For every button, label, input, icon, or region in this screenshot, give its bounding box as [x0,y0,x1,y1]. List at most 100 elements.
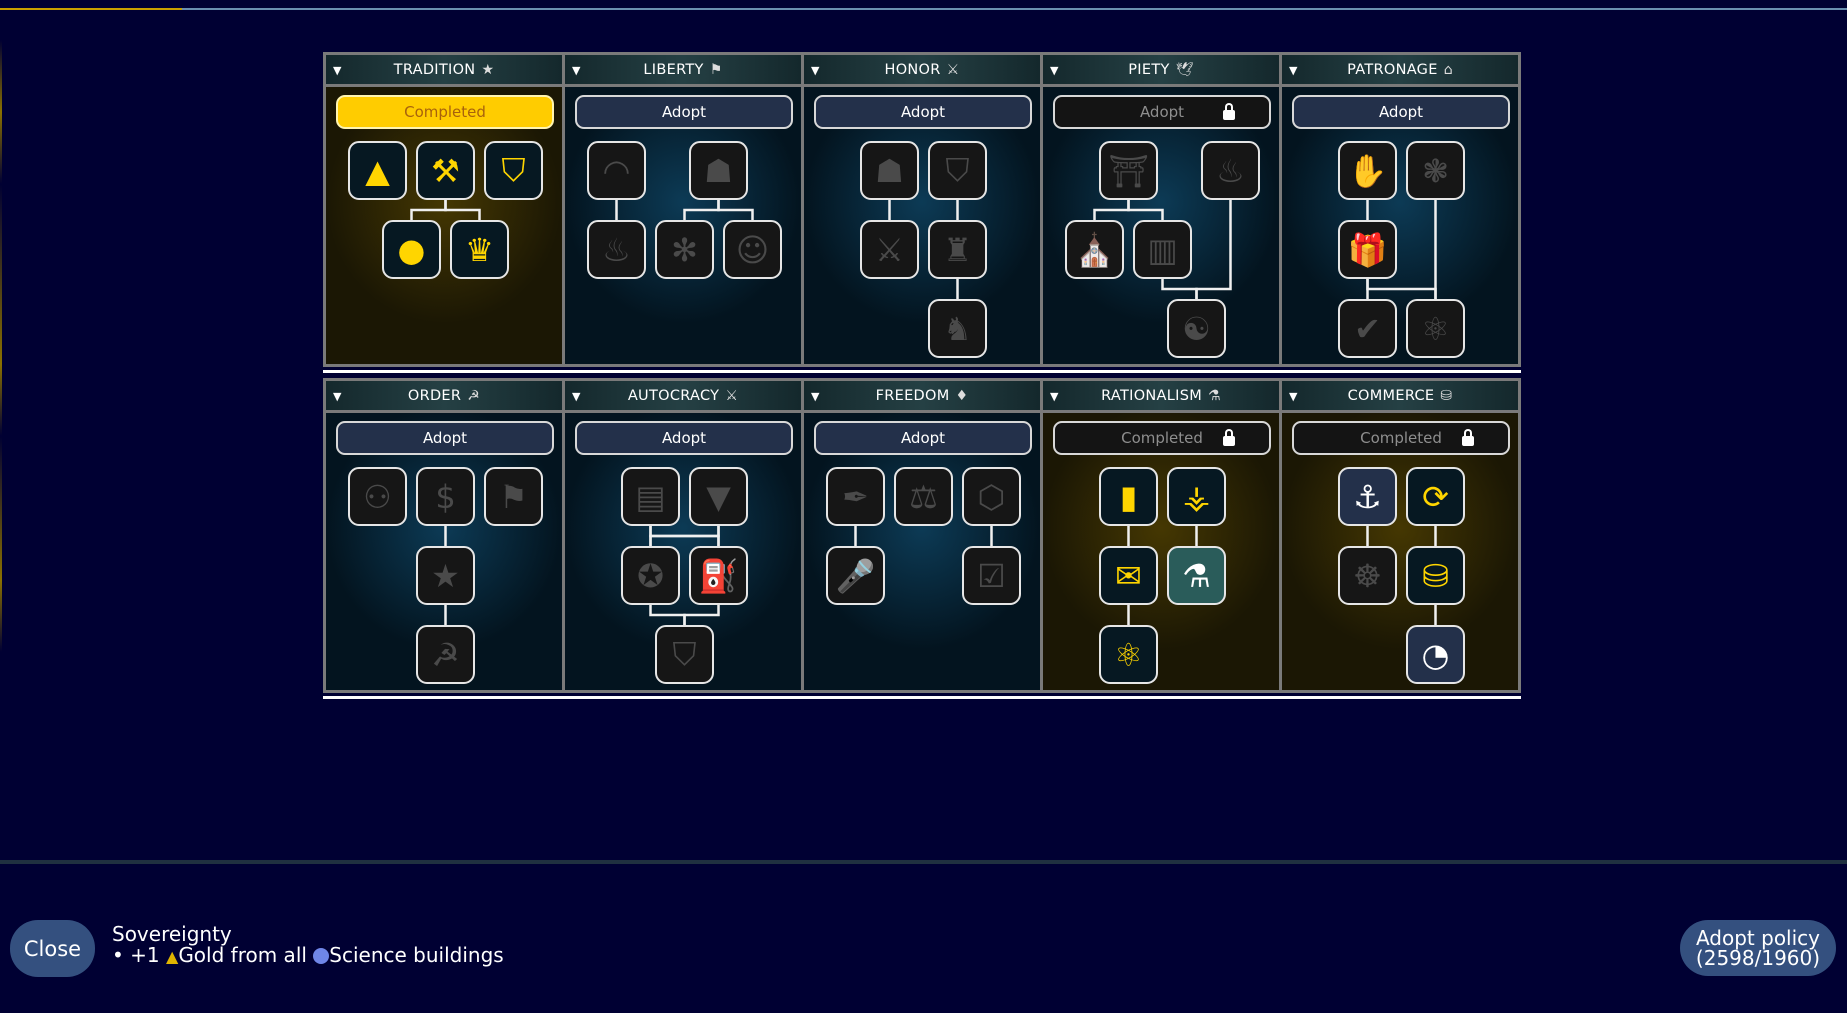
swords-icon: ⚔ [875,230,904,269]
policy-node[interactable]: ⬡ [962,467,1021,526]
branch-header: ▼ COMMERCE ⛁ [1282,381,1518,413]
policy-node[interactable]: ⚖ [894,467,953,526]
policy-node[interactable]: ⛉ [655,625,714,684]
collapse-icon[interactable]: ▼ [1050,390,1059,403]
policy-node[interactable]: ◔ [1406,625,1465,684]
policy-branch-order: ▼ ORDER ☭ Adopt ⚇ $ ⚑ ★ ☭ [326,381,562,690]
collapse-icon[interactable]: ▼ [572,390,581,403]
gold-hand-icon: ✋ [1347,151,1388,190]
branch-header: ▼ FREEDOM ♦ [804,381,1040,413]
star-icon: ★ [481,61,495,78]
policy-node[interactable]: ⛉ [928,141,987,200]
flask-icon: ⚗ [1208,387,1221,404]
policy-node[interactable]: 🎁 [1338,220,1397,279]
policy-node[interactable]: ⚇ [348,467,407,526]
collapse-icon[interactable]: ▼ [333,64,342,77]
policy-node[interactable]: ☭ [416,625,475,684]
policy-node[interactable]: ★ [416,546,475,605]
policy-node[interactable]: ▥ [1133,220,1192,279]
policy-node[interactable]: ☸ [1338,546,1397,605]
flame-icon: ♨ [1216,151,1245,190]
hierarchy-icon: ⚇ [363,477,392,516]
adopt-button[interactable]: Adopt [575,95,793,129]
policy-node[interactable]: ⚔ [860,220,919,279]
policy-node[interactable]: ⛪ [1065,220,1124,279]
policy-node[interactable]: ☗ [689,141,748,200]
collapse-icon[interactable]: ▼ [1289,64,1298,77]
policy-node[interactable]: ⚑ [484,467,543,526]
dove-icon: 🕊 [1175,61,1194,78]
adopt-button[interactable]: Adopt [814,95,1032,129]
policy-node[interactable]: ✔ [1338,299,1397,358]
policy-node[interactable]: 🎤 [826,546,885,605]
policy-node[interactable]: ✪ [621,546,680,605]
policy-node[interactable]: ✉ [1099,546,1158,605]
collapse-icon[interactable]: ▼ [1289,390,1298,403]
policy-node[interactable]: ⟳ [1406,467,1465,526]
policy-node[interactable]: ✒ [826,467,885,526]
policy-node[interactable]: ✻ [655,220,714,279]
collapse-icon[interactable]: ▼ [1050,64,1059,77]
policy-node[interactable]: ⛉ [484,141,543,200]
policy-branch-liberty: ▼ LIBERTY ⚑ Adopt ◠ ☗ ♨ ✻ ☺ [565,55,801,364]
policy-node[interactable]: ▼ [689,467,748,526]
policy-node[interactable]: ❃ [1406,141,1465,200]
adopt-button[interactable]: Adopt [814,421,1032,455]
policy-node[interactable]: ☗ [860,141,919,200]
religions-icon: ☯ [1182,309,1211,348]
ballot-box-icon: ☑ [977,556,1006,595]
policy-node[interactable]: ♜ [928,220,987,279]
tank-icon: ⛽ [698,556,739,595]
policy-node[interactable]: ▤ [621,467,680,526]
connector [1127,200,1164,220]
collapse-icon[interactable]: ▼ [811,64,820,77]
policy-node[interactable]: ⚛ [1099,625,1158,684]
policy-node[interactable]: ⚒ [416,141,475,200]
policy-node[interactable]: ◠ [587,141,646,200]
shield-icon: ⛉ [672,635,697,673]
policy-node[interactable]: ● [382,220,441,279]
collapse-icon[interactable]: ▼ [811,390,820,403]
collapse-icon[interactable]: ▼ [333,390,342,403]
adopt-button[interactable]: Adopt [1053,95,1271,129]
statue-icon: ♞ [943,309,972,348]
policy-node[interactable]: ⚶ [1167,467,1226,526]
policy-node[interactable]: ♨ [1201,141,1260,200]
policy-node[interactable]: ⛽ [689,546,748,605]
gavel-icon: ⚒ [431,151,460,190]
policy-node[interactable]: ♨ [587,220,646,279]
policy-node[interactable]: ☯ [1167,299,1226,358]
policy-node[interactable]: ♛ [450,220,509,279]
parliament-icon: ◠ [602,151,631,190]
adopt-policy-button[interactable]: Adopt policy (2598/1960) [1680,920,1836,976]
newspaper-icon: ▤ [635,477,666,516]
completed-button[interactable]: Completed [1053,421,1271,455]
completed-button[interactable]: Completed [336,95,554,129]
science-icon [313,948,330,964]
adopt-button[interactable]: Adopt [1292,95,1510,129]
policy-node[interactable]: ▲ [348,141,407,200]
policy-node[interactable]: $ [416,467,475,526]
policy-branch-patronage: ▼ PATRONAGE ⌂ Adopt ✋ ❃ 🎁 ✔ ⚛ [1282,55,1518,364]
completed-button[interactable]: Completed [1292,421,1510,455]
policy-node[interactable]: ▮ [1099,467,1158,526]
close-button[interactable]: Close [10,920,95,977]
policy-node[interactable]: ☑ [962,546,1021,605]
shield-icon: ⛉ [945,151,970,189]
policy-node[interactable]: ⛁ [1406,546,1465,605]
adopt-button[interactable]: Adopt [575,421,793,455]
equality-icon: ⚖ [909,477,938,516]
helmet-icon: ☗ [875,151,904,190]
policy-node[interactable]: ⚗ [1167,546,1226,605]
policy-node[interactable]: ♞ [928,299,987,358]
policy-node[interactable]: ☺ [723,220,782,279]
connector [410,200,447,220]
policy-node[interactable]: ⛩ [1099,141,1158,200]
policy-node[interactable]: ⚛ [1406,299,1465,358]
policy-node[interactable]: ✋ [1338,141,1397,200]
policy-branch-rationalism: ▼ RATIONALISM ⚗ Completed ▮ ⚶ ✉ ⚗ ⚛ [1043,381,1279,690]
policy-node[interactable]: ⚓ [1338,467,1397,526]
collapse-icon[interactable]: ▼ [572,64,581,77]
branch-header: ▼ LIBERTY ⚑ [565,55,801,87]
adopt-button[interactable]: Adopt [336,421,554,455]
